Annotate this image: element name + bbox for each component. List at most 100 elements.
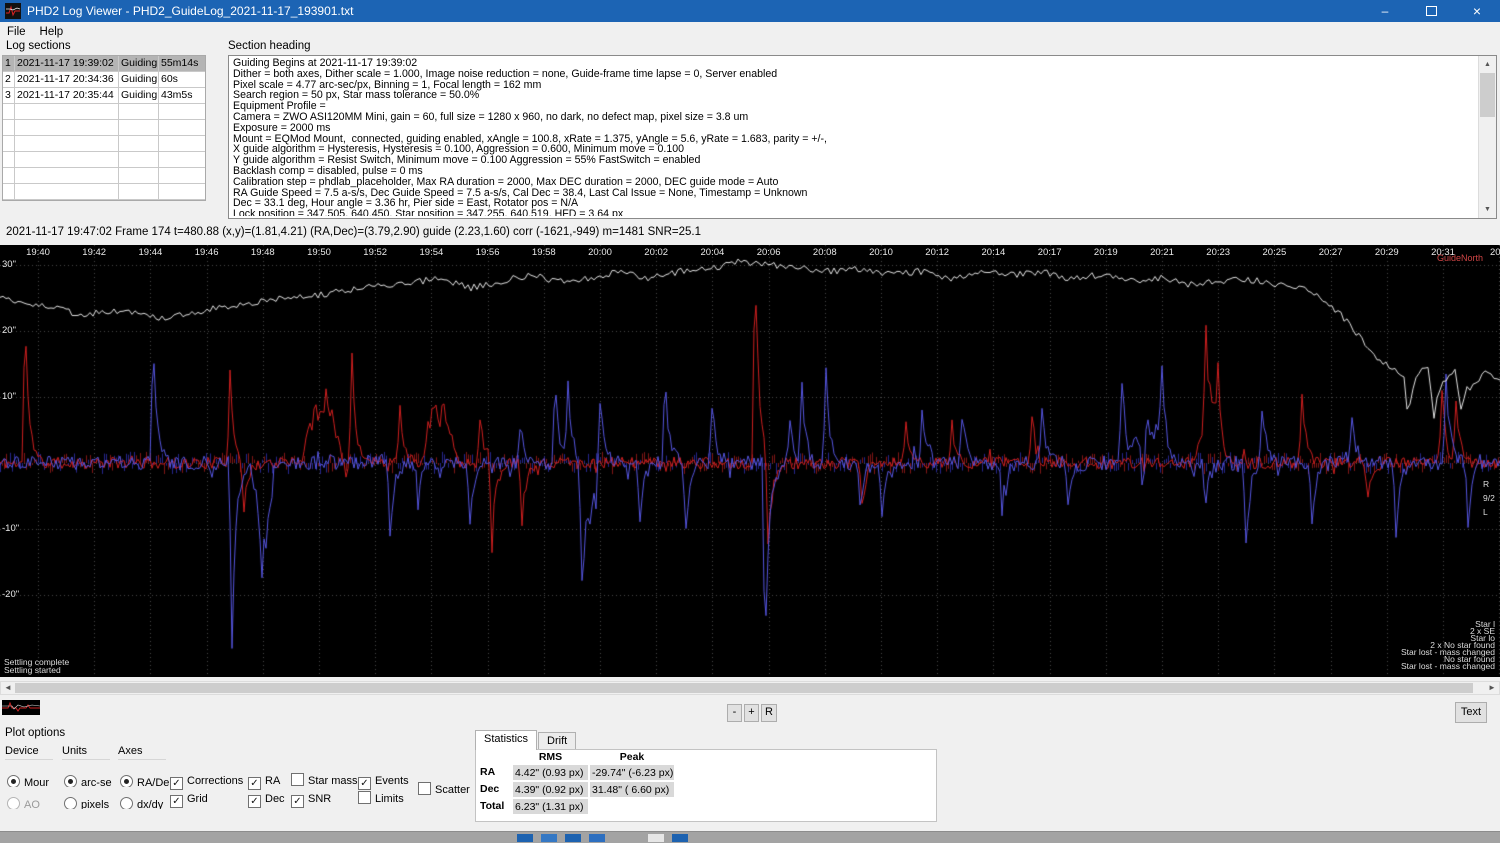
section-vertical-scrollbar[interactable]: ▲ ▼	[1478, 56, 1496, 218]
taskbar-icon[interactable]	[565, 834, 581, 842]
edge-label: 9/2	[1483, 493, 1495, 503]
time-tick-label: 20:02	[642, 247, 670, 258]
stats-corner-cell	[479, 751, 512, 764]
log-cell: Guiding	[119, 72, 159, 88]
guide-graph-canvas[interactable]	[0, 245, 1500, 677]
statistics-panel: RMSPeakRA4.42" (0.93 px)-29.74" (-6.23 p…	[475, 749, 937, 822]
app-icon	[5, 3, 21, 19]
radio-arc-se[interactable]: arc-se	[64, 773, 116, 787]
scroll-left-icon[interactable]: ◄	[1, 682, 15, 694]
log-cell	[119, 104, 159, 120]
log-section-row[interactable]: 22021-11-17 20:34:36Guiding60s	[3, 72, 205, 88]
time-tick-label: 19:48	[249, 247, 277, 258]
log-cell: 2021-11-17 20:34:36	[15, 72, 119, 88]
checkbox-scatter[interactable]: Scatter	[418, 780, 470, 794]
stats-row: Total6.23" (1.31 px)	[479, 798, 675, 815]
stats-peak-value: -29.74" (-6.23 px)	[589, 764, 675, 781]
stats-row-label: Total	[479, 798, 512, 815]
log-cell	[3, 120, 15, 136]
scroll-up-icon[interactable]: ▲	[1479, 56, 1496, 73]
time-tick-label: 20:04	[698, 247, 726, 258]
log-section-row[interactable]: 12021-11-17 19:39:02Guiding55m14s	[3, 56, 205, 72]
time-tick-label: 20:19	[1092, 247, 1120, 258]
radio-ao[interactable]: AO	[7, 795, 59, 809]
log-cell	[159, 168, 205, 184]
taskbar-icon[interactable]	[672, 834, 688, 842]
stats-col-header-peak: Peak	[589, 751, 675, 764]
log-cell	[3, 168, 15, 184]
checkbox-icon: ✓	[170, 795, 183, 808]
radio-label: arc-se	[81, 777, 112, 787]
log-section-row[interactable]: 32021-11-17 20:35:44Guiding43m5s	[3, 88, 205, 104]
log-cell	[119, 136, 159, 152]
log-empty-row	[3, 136, 205, 152]
log-cell: 1	[3, 56, 15, 72]
checkbox-icon	[358, 791, 371, 804]
guide-graph[interactable]: 19:4019:4219:4419:4619:4819:5019:5219:54…	[0, 245, 1500, 677]
radio-mour[interactable]: Mour	[7, 773, 59, 787]
log-cell: 2021-11-17 19:39:02	[15, 56, 119, 72]
log-empty-row	[3, 184, 205, 200]
frame-status-line: 2021-11-17 19:47:02 Frame 174 t=480.88 (…	[6, 226, 1496, 238]
log-cell	[15, 184, 119, 200]
scroll-right-icon[interactable]: ►	[1485, 682, 1499, 694]
time-tick-label: 20:23	[1204, 247, 1232, 258]
tab-statistics[interactable]: Statistics	[475, 730, 537, 750]
stats-rms-value: 4.42" (0.93 px)	[512, 764, 589, 781]
radio-label: AO	[24, 799, 40, 809]
minimize-button[interactable]: –	[1362, 0, 1408, 22]
checkbox-snr[interactable]: ✓SNR	[291, 789, 331, 803]
taskbar-icon[interactable]	[589, 834, 605, 842]
checkbox-dec[interactable]: ✓Dec	[248, 789, 285, 803]
log-empty-row	[3, 168, 205, 184]
checkbox-ra[interactable]: ✓RA	[248, 771, 280, 785]
section-heading-box[interactable]: Guiding Begins at 2021-11-17 19:39:02 Di…	[228, 55, 1497, 219]
tab-drift[interactable]: Drift	[538, 732, 576, 750]
time-tick-label: 19:50	[305, 247, 333, 258]
time-tick-label: 20:17	[1036, 247, 1064, 258]
radio-pixels[interactable]: pixels	[64, 795, 116, 809]
checkbox-limits[interactable]: Limits	[358, 789, 404, 803]
reset-zoom-button[interactable]: R	[761, 704, 777, 722]
log-cell	[15, 136, 119, 152]
edge-label: L	[1483, 507, 1488, 517]
scroll-down-icon[interactable]: ▼	[1479, 201, 1496, 218]
radio-label: Mour	[24, 777, 49, 787]
group-label: Axes	[118, 745, 166, 760]
zoom-in-button[interactable]: +	[744, 704, 759, 722]
checkbox-label: SNR	[308, 793, 331, 805]
y-axis-label: 30"	[2, 259, 16, 270]
taskbar-icon[interactable]	[517, 834, 533, 842]
log-cell	[15, 168, 119, 184]
checkbox-events[interactable]: ✓Events	[358, 771, 409, 785]
log-empty-row	[3, 120, 205, 136]
log-cell: 2021-11-17 20:35:44	[15, 88, 119, 104]
stats-peak-value	[589, 798, 675, 815]
checkbox-corrections[interactable]: ✓Corrections	[170, 771, 243, 785]
time-tick-label: 19:56	[474, 247, 502, 258]
close-icon: ×	[1473, 3, 1481, 19]
zoom-out-button[interactable]: -	[727, 704, 742, 722]
checkbox-star-mass[interactable]: Star mass	[291, 771, 358, 785]
taskbar-icon[interactable]	[541, 834, 557, 842]
section-heading-label: Section heading	[228, 40, 310, 52]
checkbox-grid[interactable]: ✓Grid	[170, 789, 208, 803]
time-tick-label: 20:29	[1373, 247, 1401, 258]
log-empty-row	[3, 104, 205, 120]
taskbar-icon[interactable]	[648, 834, 664, 842]
log-cell	[119, 184, 159, 200]
group-device: Device Mour AO	[5, 745, 59, 823]
close-button[interactable]: ×	[1454, 0, 1500, 22]
y-axis-label: 20"	[2, 325, 16, 336]
text-view-button[interactable]: Text	[1455, 702, 1487, 723]
log-cell	[119, 168, 159, 184]
scrollbar-thumb[interactable]	[15, 683, 1473, 693]
log-sections-table[interactable]: 12021-11-17 19:39:02Guiding55m14s22021-1…	[2, 55, 206, 201]
maximize-button[interactable]	[1408, 0, 1454, 22]
graph-horizontal-scrollbar[interactable]: ◄ ►	[0, 681, 1500, 695]
taskbar[interactable]	[0, 831, 1500, 843]
title-bar: PHD2 Log Viewer - PHD2_GuideLog_2021-11-…	[0, 0, 1500, 22]
group-label: Device	[5, 745, 53, 760]
scrollbar-thumb[interactable]	[1480, 73, 1495, 117]
log-cell: 55m14s	[159, 56, 205, 72]
